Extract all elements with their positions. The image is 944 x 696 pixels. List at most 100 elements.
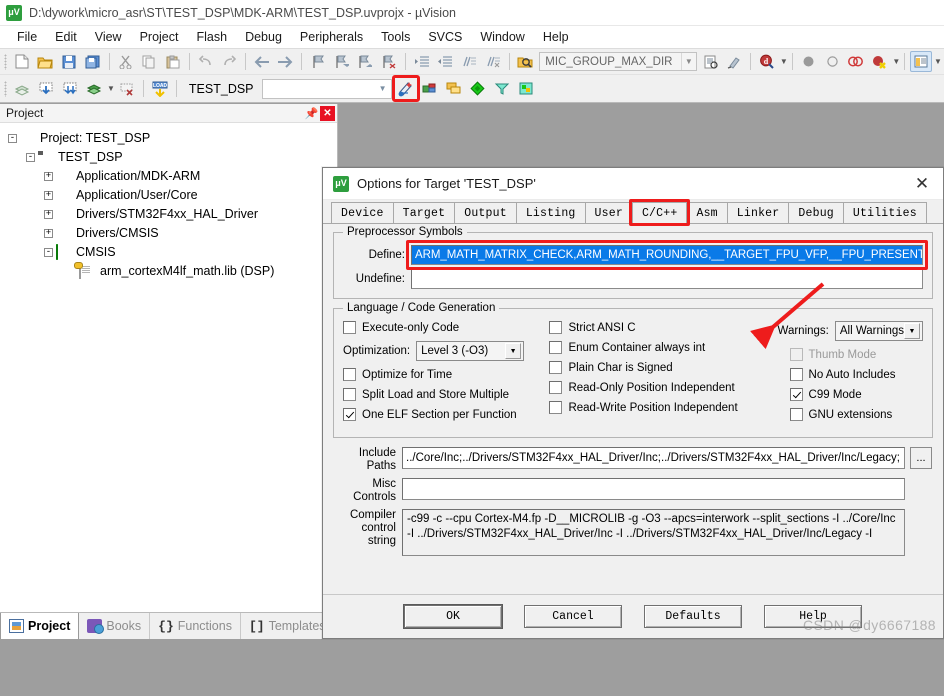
close-icon[interactable]: ✕	[320, 105, 335, 121]
cut-icon[interactable]	[115, 51, 137, 72]
chevron-down-icon[interactable]: ▼	[680, 53, 696, 70]
menu-item-edit[interactable]: Edit	[46, 28, 86, 46]
menu-item-peripherals[interactable]: Peripherals	[291, 28, 372, 46]
defaults-button[interactable]: Defaults	[644, 605, 742, 628]
kill-breakpoint-icon[interactable]	[821, 51, 843, 72]
download-icon[interactable]: LOAD	[149, 78, 171, 99]
tab-target[interactable]: Target	[392, 202, 456, 223]
find-in-files-icon[interactable]	[515, 51, 537, 72]
target-select[interactable]: ▼	[261, 78, 392, 99]
tree-item-project[interactable]: - Project: TEST_DSP	[6, 129, 337, 148]
tab-device[interactable]: Device	[331, 202, 394, 223]
open-file-icon[interactable]	[35, 51, 57, 72]
ok-button[interactable]: OK	[404, 605, 502, 628]
close-icon[interactable]: ✕	[901, 168, 943, 199]
tree-item-drivers-cmsis[interactable]: + Drivers/CMSIS	[6, 224, 337, 243]
chevron-down-icon[interactable]: ▼	[934, 57, 942, 66]
magic-wand-target-options-icon[interactable]	[395, 78, 417, 99]
checkbox-c99-mode[interactable]: C99 Mode	[778, 388, 923, 401]
tab-c-cpp[interactable]: C/C++	[631, 202, 688, 223]
tree-item-application-mdk-arm[interactable]: + Application/MDK-ARM	[6, 167, 337, 186]
navigate-backward-icon[interactable]	[251, 51, 273, 72]
redo-icon[interactable]	[218, 51, 240, 72]
checkbox-split-load-store-multiple[interactable]: Split Load and Store Multiple	[343, 388, 549, 401]
checkbox-one-elf-section-per-function[interactable]: One ELF Section per Function	[343, 408, 549, 421]
chevron-down-icon[interactable]: ▼	[375, 84, 391, 93]
tab-listing[interactable]: Listing	[515, 202, 586, 223]
uncomment-icon[interactable]	[482, 51, 504, 72]
outdent-icon[interactable]	[435, 51, 457, 72]
chevron-down-icon[interactable]: ▼	[892, 57, 900, 66]
disable-breakpoint-icon[interactable]	[845, 51, 867, 72]
tree-item-cmsis[interactable]: - CMSIS	[6, 243, 337, 262]
bookmark-clear-icon[interactable]	[378, 51, 400, 72]
copy-icon[interactable]	[138, 51, 160, 72]
checkbox-optimize-for-time[interactable]: Optimize for Time	[343, 368, 549, 381]
bookmark-next-icon[interactable]	[355, 51, 377, 72]
panel-tab-project[interactable]: Project	[0, 613, 80, 639]
tree-item-application-user-core[interactable]: + Application/User/Core	[6, 186, 337, 205]
tree-expander[interactable]: -	[6, 134, 19, 143]
indent-icon[interactable]	[411, 51, 433, 72]
incremental-find-icon[interactable]	[723, 51, 745, 72]
menu-item-flash[interactable]: Flash	[187, 28, 236, 46]
navigate-forward-icon[interactable]	[275, 51, 297, 72]
chevron-down-icon[interactable]: ▼	[904, 323, 920, 339]
panel-tab-templates[interactable]: [] Templates	[241, 613, 335, 639]
tab-asm[interactable]: Asm	[686, 202, 728, 223]
tree-item-drivers-hal[interactable]: + Drivers/STM32F4xx_HAL_Driver	[6, 205, 337, 224]
tree-item-target[interactable]: - TEST_DSP	[6, 148, 337, 167]
bookmark-list-icon[interactable]	[700, 51, 722, 72]
rebuild-icon[interactable]	[59, 78, 81, 99]
tree-expander[interactable]: +	[42, 172, 55, 181]
include-paths-browse-button[interactable]: ...	[910, 447, 932, 469]
save-all-icon[interactable]	[82, 51, 104, 72]
manage-rte-icon[interactable]	[419, 78, 441, 99]
stop-build-icon[interactable]	[116, 78, 138, 99]
manage-pack-icon[interactable]	[515, 78, 537, 99]
tree-expander[interactable]: -	[24, 153, 37, 162]
cancel-button[interactable]: Cancel	[524, 605, 622, 628]
tree-item-arm-math-lib[interactable]: arm_cortexM4lf_math.lib (DSP)	[6, 262, 337, 281]
new-file-icon[interactable]	[11, 51, 33, 72]
batch-build-icon[interactable]	[83, 78, 105, 99]
tab-utilities[interactable]: Utilities	[842, 202, 927, 223]
tab-output[interactable]: Output	[454, 202, 517, 223]
tree-expander[interactable]: +	[42, 210, 55, 219]
tab-user[interactable]: User	[584, 202, 633, 223]
kill-all-breakpoints-icon[interactable]	[869, 51, 891, 72]
panel-tab-books[interactable]: Books	[79, 613, 151, 639]
tree-expander[interactable]: +	[42, 229, 55, 238]
menu-item-tools[interactable]: Tools	[372, 28, 419, 46]
tab-debug[interactable]: Debug	[788, 202, 844, 223]
chevron-down-icon[interactable]: ▼	[505, 343, 522, 359]
misc-controls-input[interactable]	[402, 478, 905, 500]
checkbox-strict-ansi-c[interactable]: Strict ANSI C	[549, 321, 777, 334]
panel-tab-functions[interactable]: {} Functions	[150, 613, 241, 639]
tab-linker[interactable]: Linker	[726, 202, 790, 223]
checkbox-no-auto-includes[interactable]: No Auto Includes	[778, 368, 923, 381]
paste-icon[interactable]	[162, 51, 184, 72]
checkbox-read-write-position-independent[interactable]: Read-Write Position Independent	[549, 401, 777, 414]
checkbox-read-only-position-independent[interactable]: Read-Only Position Independent	[549, 381, 777, 394]
warnings-select[interactable]: All Warnings ▼	[834, 321, 923, 341]
menu-item-view[interactable]: View	[86, 28, 131, 46]
checkbox-enum-container-always-int[interactable]: Enum Container always int	[549, 341, 777, 354]
toolbar-grip[interactable]	[4, 80, 7, 97]
checkbox-execute-only-code[interactable]: Execute-only Code	[343, 321, 549, 334]
undefine-input[interactable]	[411, 269, 923, 289]
checkbox-gnu-extensions[interactable]: GNU extensions	[778, 408, 923, 421]
multi-project-icon[interactable]	[443, 78, 465, 99]
toolbar-grip[interactable]	[4, 53, 7, 70]
menu-item-debug[interactable]: Debug	[236, 28, 291, 46]
pack-installer-icon[interactable]	[467, 78, 489, 99]
optimization-select[interactable]: Level 3 (-O3) ▼	[416, 341, 525, 361]
tree-expander[interactable]: -	[42, 248, 55, 257]
search-combo[interactable]: MIC_GROUP_MAX_DIR ▼	[539, 52, 697, 71]
chevron-down-icon[interactable]: ▼	[107, 84, 115, 93]
menu-item-project[interactable]: Project	[131, 28, 188, 46]
checkbox-plain-char-is-signed[interactable]: Plain Char is Signed	[549, 361, 777, 374]
manage-windows-icon[interactable]	[910, 51, 932, 72]
bookmark-prev-icon[interactable]	[331, 51, 353, 72]
save-icon[interactable]	[58, 51, 80, 72]
